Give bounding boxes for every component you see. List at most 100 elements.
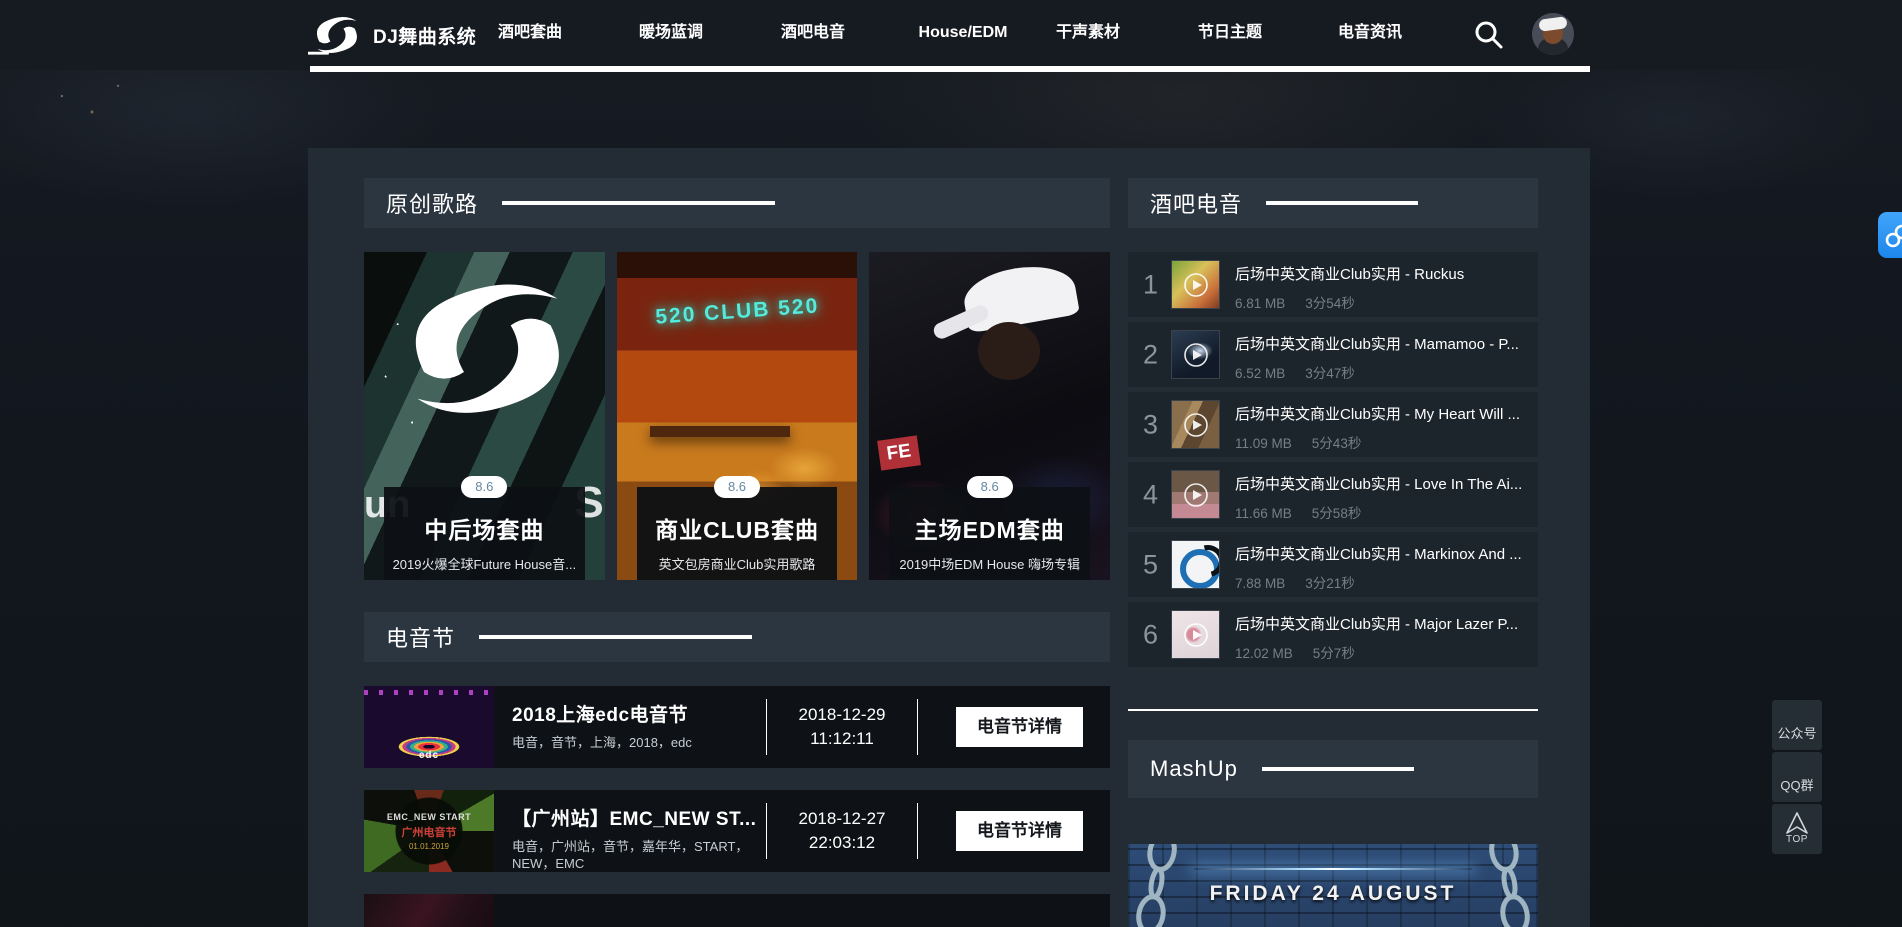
track-info: 后场中英文商业Club实用 - Mamamoo - P... 6.52 MB3分…: [1235, 333, 1532, 382]
navbar: DJ舞曲系统 酒吧套曲 暖场蓝调 酒吧电音 House/EDM 干声素材 节日主…: [0, 0, 1902, 70]
festival-datetime: 2018-12-29 11:12:11: [776, 703, 908, 751]
track-rank: 2: [1143, 339, 1158, 370]
divider: [766, 699, 767, 755]
play-icon: [1172, 261, 1219, 308]
festival-date: 2018-12-27: [776, 807, 908, 831]
festival-row[interactable]: edc 2018上海edc电音节 电音，音节，上海，2018，edc 2018-…: [364, 686, 1110, 768]
wechat-label: 公众号: [1777, 723, 1816, 742]
track-rank: 6: [1143, 619, 1158, 650]
section-header-mashup: MashUp: [1128, 740, 1538, 798]
track-duration: 3分21秒: [1305, 576, 1355, 591]
track-duration: 5分7秒: [1313, 646, 1355, 661]
share-fab-button[interactable]: [1878, 212, 1902, 258]
thumb-caption: edc: [364, 750, 494, 761]
qq-group-button[interactable]: QQ群: [1772, 752, 1822, 802]
nav-underline: [310, 66, 1590, 72]
section-title: 原创歌路: [386, 187, 478, 219]
track-title: 后场中英文商业Club实用 - Ruckus: [1235, 263, 1532, 284]
track-thumbnail: [1171, 540, 1220, 589]
track-row[interactable]: 4 后场中英文商业Club实用 - Love In The Ai... 11.6…: [1128, 462, 1538, 527]
track-rank: 5: [1143, 549, 1158, 580]
section-title-line: [1266, 201, 1418, 205]
section-header-playlists: 原创歌路: [364, 178, 1110, 228]
chain-icon: [1128, 844, 1187, 927]
festival-detail-button[interactable]: 电音节详情: [956, 811, 1083, 851]
card-overlay: 8.6 主场EDM套曲 2019中场EDM House 嗨场专辑: [889, 487, 1090, 580]
track-thumbnail: [1171, 400, 1220, 449]
festival-info: 【广州站】EMC_NEW ST... 电音，广州站，音节，嘉年华，START，N…: [512, 804, 764, 872]
divider: [917, 699, 918, 755]
festival-detail-button[interactable]: 电音节详情: [956, 707, 1083, 747]
back-to-top-button[interactable]: TOP: [1772, 804, 1822, 854]
festival-time: 11:12:11: [776, 727, 908, 751]
track-row[interactable]: 3 后场中英文商业Club实用 - My Heart Will ... 11.0…: [1128, 392, 1538, 457]
track-row[interactable]: 2 后场中英文商业Club实用 - Mamamoo - P... 6.52 MB…: [1128, 322, 1538, 387]
playlist-card[interactable]: 520 CLUB 520 8.6 商业CLUB套曲 英文包房商业Club实用歌路: [617, 252, 858, 580]
card-subtitle: 英文包房商业Club实用歌路: [637, 554, 838, 573]
track-title: 后场中英文商业Club实用 - Major Lazer P...: [1235, 613, 1532, 634]
track-row[interactable]: 1 后场中英文商业Club实用 - Ruckus 6.81 MB3分54秒: [1128, 252, 1538, 317]
nav-link-house-edm[interactable]: House/EDM: [919, 0, 1008, 66]
play-icon: [1172, 471, 1219, 518]
play-icon: [1172, 401, 1219, 448]
section-header-bar-tracks: 酒吧电音: [1128, 178, 1538, 228]
nav-link-holiday[interactable]: 节日主题: [1198, 0, 1262, 66]
face-shape: [978, 322, 1040, 380]
track-row[interactable]: 6 后场中英文商业Club实用 - Major Lazer P... 12.02…: [1128, 602, 1538, 667]
brand-name: DJ舞曲系统: [373, 22, 476, 49]
track-size: 7.88 MB: [1235, 576, 1285, 591]
festival-tags: 电音，广州站，音节，嘉年华，START，NEW，EMC: [512, 838, 764, 872]
mashup-banner[interactable]: FRIDAY 24 AUGUST: [1128, 844, 1538, 927]
section-title: MashUp: [1150, 756, 1238, 782]
neon-sign-text: 520 CLUB 520: [617, 292, 858, 333]
section-title: 酒吧电音: [1150, 187, 1242, 219]
track-thumbnail: [1171, 330, 1220, 379]
nav-link-bar-sets[interactable]: 酒吧套曲: [498, 0, 562, 66]
nav-link-acapella[interactable]: 干声素材: [1056, 0, 1120, 66]
mashup-banner-text: FRIDAY 24 AUGUST: [1128, 882, 1538, 906]
sidebar-divider: [1128, 709, 1538, 711]
track-size: 6.52 MB: [1235, 366, 1285, 381]
festival-title: 【广州站】EMC_NEW ST...: [512, 804, 764, 831]
track-thumbnail: [1171, 470, 1220, 519]
track-duration: 5分43秒: [1312, 436, 1362, 451]
nav-link-news[interactable]: 电音资讯: [1338, 0, 1402, 66]
card-title: 主场EDM套曲: [889, 511, 1090, 545]
nav-link-warmup[interactable]: 暖场蓝调: [639, 0, 703, 66]
jacket-patch-text: FE: [877, 435, 921, 470]
festival-thumbnail: EMC_NEW START 广州电音节 01.01.2019: [364, 790, 494, 872]
track-row[interactable]: 5 后场中英文商业Club实用 - Markinox And ... 7.88 …: [1128, 532, 1538, 597]
search-icon[interactable]: [1472, 18, 1506, 52]
track-rank: 3: [1143, 409, 1158, 440]
divider: [917, 803, 918, 859]
rating-badge: 8.6: [967, 476, 1013, 498]
track-info: 后场中英文商业Club实用 - Markinox And ... 7.88 MB…: [1235, 543, 1532, 592]
card-subtitle: 2019中场EDM House 嗨场专辑: [889, 554, 1090, 573]
festival-row-partial[interactable]: [364, 894, 1110, 927]
track-meta: 11.09 MB5分43秒: [1235, 432, 1532, 452]
thumb-line1: EMC_NEW START: [387, 812, 471, 822]
track-meta: 11.66 MB5分58秒: [1235, 502, 1532, 522]
section-title-line: [502, 201, 775, 205]
track-duration: 3分54秒: [1305, 296, 1355, 311]
floating-toolbar: 公众号 QQ群 TOP: [1772, 700, 1822, 854]
avatar[interactable]: [1532, 13, 1574, 55]
festival-info: 2018上海edc电音节 电音，音节，上海，2018，edc: [512, 700, 764, 751]
play-icon: [1172, 331, 1219, 378]
link-icon: [1883, 222, 1902, 250]
festival-row[interactable]: EMC_NEW START 广州电音节 01.01.2019 【广州站】EMC_…: [364, 790, 1110, 872]
track-info: 后场中英文商业Club实用 - My Heart Will ... 11.09 …: [1235, 403, 1532, 452]
nav-link-bar-edm[interactable]: 酒吧电音: [781, 0, 845, 66]
playlist-card[interactable]: FE 8.6 主场EDM套曲 2019中场EDM House 嗨场专辑: [869, 252, 1110, 580]
rating-badge: 8.6: [714, 476, 760, 498]
wechat-official-button[interactable]: 公众号: [1772, 700, 1822, 750]
track-meta: 12.02 MB5分7秒: [1235, 642, 1532, 662]
track-title: 后场中英文商业Club实用 - Love In The Ai...: [1235, 473, 1532, 494]
track-info: 后场中英文商业Club实用 - Love In The Ai... 11.66 …: [1235, 473, 1532, 522]
track-list: 1 后场中英文商业Club实用 - Ruckus 6.81 MB3分54秒 2: [1128, 252, 1538, 667]
card-title: 商业CLUB套曲: [637, 511, 838, 545]
lens-flare-shape: [1194, 868, 1473, 870]
playlist-card[interactable]: un S 8.6 中后场套曲 2019火爆全球Future House音...: [364, 252, 605, 580]
brand[interactable]: DJ舞曲系统: [308, 12, 476, 58]
card-overlay: 8.6 中后场套曲 2019火爆全球Future House音...: [384, 487, 585, 580]
